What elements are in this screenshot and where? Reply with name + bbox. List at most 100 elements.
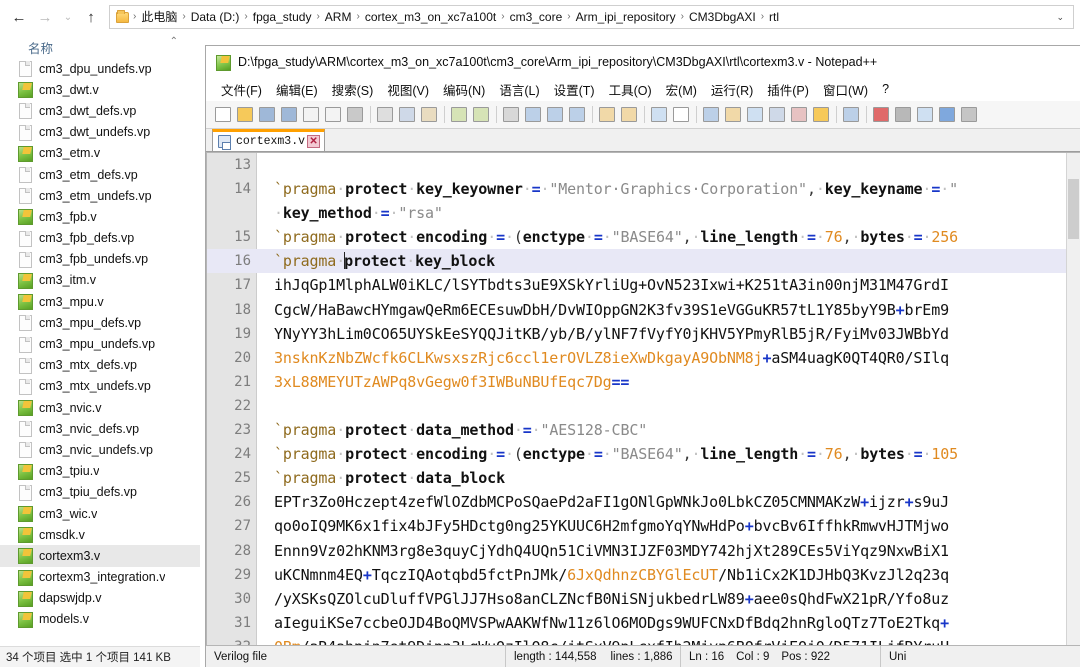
file-list-item[interactable]: cm3_etm_undefs.vp: [0, 185, 200, 206]
macro-stop-icon[interactable]: [893, 104, 914, 125]
redo-icon[interactable]: [471, 104, 492, 125]
breadcrumb-separator[interactable]: ›: [499, 6, 506, 28]
code-line[interactable]: 25 `pragma·protect·data_block: [207, 466, 1080, 490]
breadcrumb-separator[interactable]: ›: [759, 6, 766, 28]
file-list-item[interactable]: cortexm3.v: [0, 545, 200, 567]
breadcrumb-item-5[interactable]: cm3_core: [507, 6, 566, 28]
macro-play-icon[interactable]: [915, 104, 936, 125]
file-list-item[interactable]: cm3_etm_defs.vp: [0, 164, 200, 185]
breadcrumb-item-7[interactable]: CM3DbgAXI: [686, 6, 759, 28]
code-text-area[interactable]: 13 14 `pragma·protect·key_keyowner·=·"Ment…: [207, 153, 1080, 645]
file-list-item[interactable]: cm3_tpiu.v: [0, 461, 200, 482]
file-list-item[interactable]: cm3_etm.v: [0, 143, 200, 164]
code-line[interactable]: 20 3nsknKzNbZWcfk6CLKwsxszRjc6ccl1erOVLZ8…: [207, 346, 1080, 370]
scrollbar-thumb[interactable]: [1068, 179, 1079, 239]
save-all-icon[interactable]: [279, 104, 300, 125]
file-list-item[interactable]: cm3_fpb_defs.vp: [0, 228, 200, 249]
code-line[interactable]: 13: [207, 153, 1080, 177]
zoom-in-icon[interactable]: [545, 104, 566, 125]
folder-as-workspace-icon[interactable]: [811, 104, 832, 125]
file-list-item[interactable]: cm3_fpb.v: [0, 206, 200, 227]
menu-item-0[interactable]: 文件(F): [214, 78, 269, 101]
new-file-icon[interactable]: [213, 104, 234, 125]
print-icon[interactable]: [345, 104, 366, 125]
breadcrumb-item-6[interactable]: Arm_ipi_repository: [573, 6, 679, 28]
code-line[interactable]: 21 3xL88MEYUTzAWPq8vGegw0f3IWBuNBUfEqc7Dg…: [207, 370, 1080, 394]
file-list-item[interactable]: cm3_dwt_defs.vp: [0, 100, 200, 121]
code-line[interactable]: ·key_method·=·"rsa": [207, 201, 1080, 225]
breadcrumb-item-3[interactable]: ARM: [322, 6, 355, 28]
breadcrumb-separator[interactable]: ›: [565, 6, 572, 28]
file-list-item[interactable]: cm3_wic.v: [0, 503, 200, 524]
code-line[interactable]: 24 `pragma·protect·encoding·=·(enctype·=·…: [207, 442, 1080, 466]
word-wrap-icon[interactable]: [649, 104, 670, 125]
code-line[interactable]: 27 qo0oIQ9MK6x1fix4bJFy5HDctg0ng25YKUUC6H…: [207, 514, 1080, 538]
breadcrumb-item-0[interactable]: 此电脑: [138, 6, 180, 28]
back-button[interactable]: ←: [6, 4, 32, 30]
menu-bar[interactable]: 文件(F) 编辑(E) 搜索(S) 视图(V) 编码(N) 语言(L) 设置(T) 工具(O)…: [206, 77, 1080, 101]
file-list-item[interactable]: cortexm3_integration.v: [0, 567, 200, 588]
file-list-item[interactable]: cm3_nvic_undefs.vp: [0, 439, 200, 460]
copy-icon[interactable]: [397, 104, 418, 125]
file-list-item[interactable]: cm3_dwt_undefs.vp: [0, 122, 200, 143]
code-line[interactable]: 23 `pragma·protect·data_method·=·"AES128-…: [207, 418, 1080, 442]
file-list-item[interactable]: cm3_mpu_undefs.vp: [0, 333, 200, 354]
file-list-item[interactable]: cm3_fpb_undefs.vp: [0, 249, 200, 270]
up-button[interactable]: ↑: [78, 4, 104, 30]
forward-button[interactable]: →: [32, 4, 58, 30]
menu-item-5[interactable]: 语言(L): [492, 78, 546, 101]
breadcrumb-item-8[interactable]: rtl: [766, 6, 782, 28]
close-icon[interactable]: ✕: [307, 135, 321, 148]
replace-icon[interactable]: [523, 104, 544, 125]
code-line[interactable]: 15 `pragma·protect·encoding·=·(enctype·=·…: [207, 225, 1080, 249]
file-list-item[interactable]: cmsdk.v: [0, 524, 200, 545]
file-list-item[interactable]: cm3_itm.v: [0, 270, 200, 291]
collapse-group-icon[interactable]: ⌃: [170, 36, 178, 47]
file-list-item[interactable]: cm3_mpu_defs.vp: [0, 312, 200, 333]
breadcrumb-dropdown-icon[interactable]: ⌄: [1050, 12, 1070, 23]
paste-icon[interactable]: [419, 104, 440, 125]
editor-vertical-scrollbar[interactable]: [1066, 153, 1080, 645]
breadcrumb-separator[interactable]: ›: [131, 6, 138, 28]
code-line[interactable]: 30/yXSKsQZOlcuDluffVPGlJJ7Hso8anCLZNcfB0…: [207, 587, 1080, 611]
save-icon[interactable]: [257, 104, 278, 125]
file-list-item[interactable]: cm3_dwt.v: [0, 79, 200, 100]
document-tab-bar[interactable]: cortexm3.v ✕: [206, 129, 1080, 152]
code-editor[interactable]: 13 14 `pragma·protect·key_keyowner·=·"Ment…: [206, 152, 1080, 645]
file-list-item[interactable]: cm3_mpu.v: [0, 291, 200, 312]
cut-icon[interactable]: [375, 104, 396, 125]
document-map-icon[interactable]: [767, 104, 788, 125]
macro-record-icon[interactable]: [871, 104, 892, 125]
file-list-item[interactable]: cm3_mtx_undefs.vp: [0, 376, 200, 397]
breadcrumb-item-1[interactable]: Data (D:): [188, 6, 243, 28]
lowercase-icon[interactable]: [745, 104, 766, 125]
menu-item-9[interactable]: 运行(R): [704, 78, 760, 101]
monitor-icon[interactable]: [841, 104, 862, 125]
code-line[interactable]: 26 EPTr3Zo0Hczept4zefWlOZdbMCPoSQaePd2aFI…: [207, 490, 1080, 514]
menu-item-12[interactable]: ?: [875, 80, 896, 98]
code-line[interactable]: 17 ihJqGp1MlphALW0iKLC/lSYTbdts3uE9XSkYrl…: [207, 273, 1080, 297]
code-line[interactable]: 14 `pragma·protect·key_keyowner·=·"Mentor…: [207, 177, 1080, 201]
file-list-item[interactable]: dapswjdp.v: [0, 588, 200, 609]
macro-playmultiple-icon[interactable]: [937, 104, 958, 125]
code-line[interactable]: 28 Ennn9Vz02hKNM3rg8e3quyCjYdhQ4UQn51CiVM…: [207, 539, 1080, 563]
code-line[interactable]: 18 CgcW/HaBawcHYmgawQeRm6ECEsuwDbH/DvWIOp…: [207, 298, 1080, 322]
menu-item-8[interactable]: 宏(M): [659, 78, 704, 101]
code-line[interactable]: 31 aIeguiKSe7ccbeOJD4BoQMVSPwAAKWfNw11z6l…: [207, 611, 1080, 635]
menu-item-4[interactable]: 编码(N): [436, 78, 492, 101]
file-list-item[interactable]: cm3_dpu_undefs.vp: [0, 58, 200, 79]
file-list-item[interactable]: cm3_tpiu_defs.vp: [0, 482, 200, 503]
close-file-icon[interactable]: [301, 104, 322, 125]
zoom-out-icon[interactable]: [567, 104, 588, 125]
code-line[interactable]: 22: [207, 394, 1080, 418]
indent-guide-icon[interactable]: [701, 104, 722, 125]
file-list-item[interactable]: cm3_mtx_defs.vp: [0, 355, 200, 376]
breadcrumb-separator[interactable]: ›: [242, 6, 249, 28]
menu-item-3[interactable]: 视图(V): [380, 78, 436, 101]
breadcrumb-item-4[interactable]: cortex_m3_on_xc7a100t: [362, 6, 499, 28]
breadcrumb-separator[interactable]: ›: [354, 6, 361, 28]
undo-icon[interactable]: [449, 104, 470, 125]
open-file-icon[interactable]: [235, 104, 256, 125]
function-list-icon[interactable]: [789, 104, 810, 125]
breadcrumb-separator[interactable]: ›: [180, 6, 187, 28]
